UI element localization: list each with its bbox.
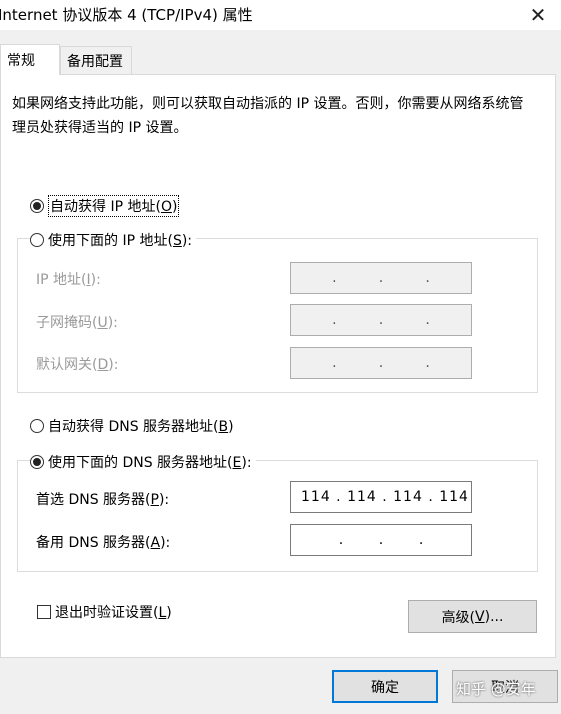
radio-manual-dns[interactable]: 使用下面的 DNS 服务器地址(E): <box>30 452 256 472</box>
description-text: 如果网络支持此功能，则可以获取自动指派的 IP 设置。否则，你需要从网络系统管理… <box>12 96 524 136</box>
ok-button[interactable]: 确定 <box>332 670 438 703</box>
radio-manual-dns-label: 使用下面的 DNS 服务器地址(E): <box>48 455 252 471</box>
validate-checkbox-label: 退出时验证设置(L) <box>55 605 172 621</box>
preferred-dns-field[interactable]: 114 . 114 . 114 . 114 <box>290 481 472 513</box>
subnet-mask-field[interactable]: ... <box>290 304 472 336</box>
radio-auto-dns[interactable]: 自动获得 DNS 服务器地址(B) <box>30 416 238 436</box>
tab-general-label: 常规 <box>7 53 35 69</box>
radio-auto-dns-label: 自动获得 DNS 服务器地址(B) <box>48 419 234 435</box>
default-gateway-label: 默认网关(D): <box>36 357 119 373</box>
ip-address-label: IP 地址(I): <box>36 272 101 288</box>
tab-alternate-label: 备用配置 <box>67 53 123 70</box>
radio-manual-dns-indicator[interactable] <box>30 455 44 469</box>
close-icon[interactable]: ✕ <box>515 0 561 30</box>
ip-address-field[interactable]: ... <box>290 262 472 294</box>
validate-checkbox-box[interactable] <box>37 605 51 619</box>
alternate-dns-label: 备用 DNS 服务器(A): <box>36 535 171 551</box>
radio-auto-dns-indicator[interactable] <box>30 419 44 433</box>
default-gateway-field[interactable]: ... <box>290 347 472 379</box>
radio-manual-ip-label: 使用下面的 IP 地址(S): <box>48 233 193 249</box>
tab-general[interactable]: 常规 <box>0 44 60 75</box>
cancel-button[interactable]: 取消 <box>452 670 558 703</box>
alternate-dns-field[interactable]: . . . <box>290 524 472 556</box>
preferred-dns-label: 首选 DNS 服务器(P): <box>36 492 170 508</box>
preferred-dns-value: 114 . 114 . 114 . 114 <box>301 489 469 505</box>
radio-auto-ip-indicator[interactable] <box>30 199 44 213</box>
radio-manual-ip-indicator[interactable] <box>30 233 44 247</box>
tab-alternate-config[interactable]: 备用配置 <box>60 46 132 74</box>
radio-manual-ip[interactable]: 使用下面的 IP 地址(S): <box>30 230 197 250</box>
radio-auto-ip-label: 自动获得 IP 地址(O) <box>48 195 180 217</box>
window-title: Internet 协议版本 4 (TCP/IPv4) 属性 <box>0 6 253 24</box>
validate-on-exit-checkbox[interactable]: 退出时验证设置(L) <box>37 602 172 622</box>
radio-auto-ip[interactable]: 自动获得 IP 地址(O) <box>30 195 184 217</box>
advanced-button[interactable]: 高级(V)... <box>408 600 537 633</box>
alternate-dns-value: . . . <box>338 532 424 548</box>
title-bar: Internet 协议版本 4 (TCP/IPv4) 属性 ✕ <box>0 0 561 30</box>
subnet-mask-label: 子网掩码(U): <box>36 315 118 331</box>
